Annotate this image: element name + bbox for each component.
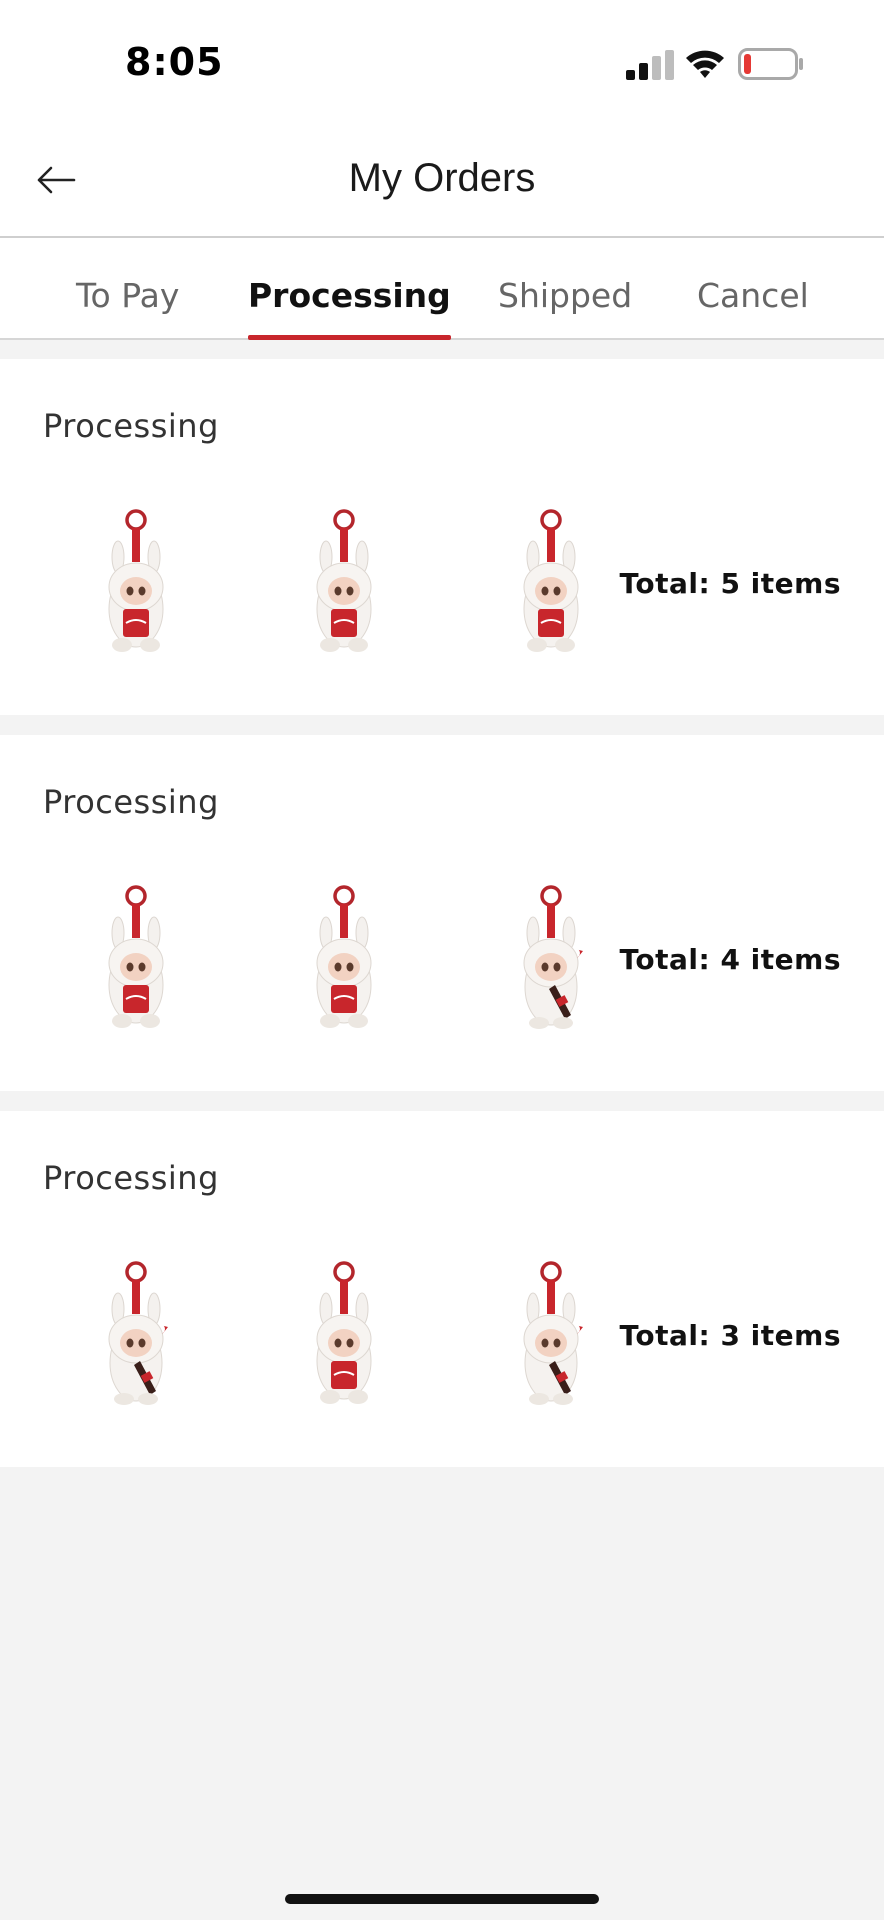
plush-keychain-can-icon (96, 885, 176, 1031)
wifi-icon (686, 50, 724, 78)
plush-keychain-can-icon (304, 509, 384, 655)
plush-keychain-can-icon (96, 509, 176, 655)
status-time: 8:05 (125, 40, 224, 84)
order-status: Processing (43, 1159, 219, 1197)
tab-shipped[interactable]: Shipped (498, 276, 632, 340)
order-card[interactable]: Processing Total: 3 items (0, 1111, 884, 1467)
plush-keychain-bottle-icon (511, 885, 591, 1031)
home-indicator (285, 1894, 599, 1904)
header: My Orders (0, 120, 884, 238)
battery-low-icon (738, 48, 803, 80)
order-tabs: To Pay Processing Shipped Cancel (0, 238, 884, 340)
plush-keychain-can-icon (511, 509, 591, 655)
cellular-signal-icon (626, 50, 674, 80)
order-total: Total: 5 items (619, 567, 841, 600)
status-bar: 8:05 (0, 0, 884, 120)
plush-keychain-can-icon (304, 1261, 384, 1407)
order-card[interactable]: Processing Total: 5 items (0, 359, 884, 715)
order-status: Processing (43, 783, 219, 821)
order-card[interactable]: Processing Total: 4 items (0, 735, 884, 1091)
plush-keychain-can-icon (304, 885, 384, 1031)
page-title: My Orders (348, 156, 536, 200)
plush-keychain-bottle-icon (96, 1261, 176, 1407)
tab-cancel[interactable]: Cancel (697, 276, 809, 340)
order-total: Total: 4 items (619, 943, 841, 976)
plush-keychain-bottle-icon (511, 1261, 591, 1407)
order-total: Total: 3 items (619, 1319, 841, 1352)
order-status: Processing (43, 407, 219, 445)
tab-to-pay[interactable]: To Pay (76, 276, 179, 340)
tab-processing[interactable]: Processing (248, 276, 451, 340)
